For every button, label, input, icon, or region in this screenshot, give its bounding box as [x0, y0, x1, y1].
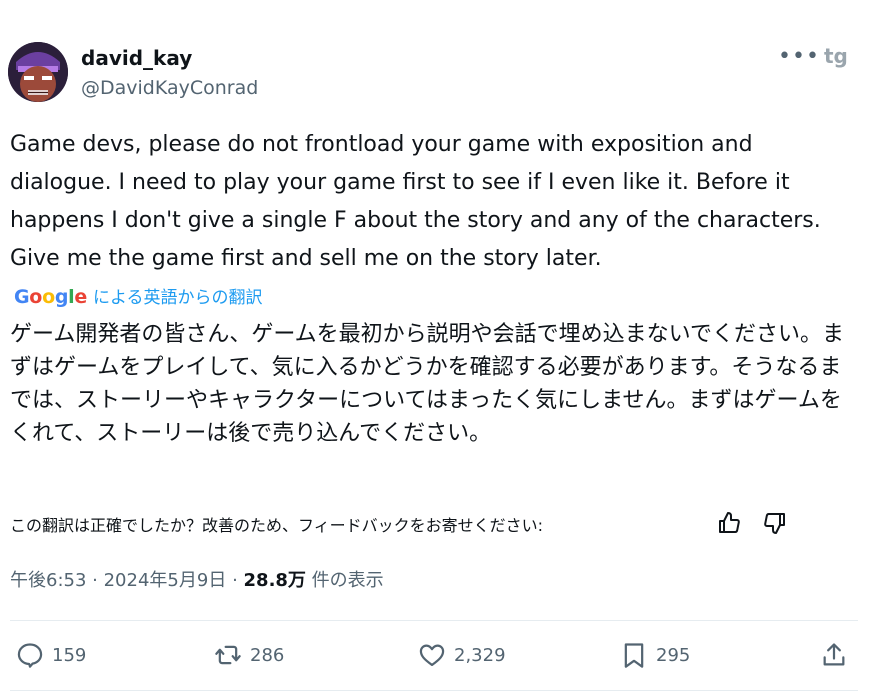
google-logo: Google	[14, 286, 87, 308]
divider	[10, 690, 858, 691]
tweet-time[interactable]: 午後6:53	[10, 570, 86, 591]
more-horizontal-icon[interactable]: •••	[778, 44, 820, 69]
bookmark-icon	[624, 643, 644, 668]
meta-separator: ·	[232, 570, 244, 591]
share-button[interactable]	[820, 640, 856, 670]
views-label: 件の表示	[311, 570, 384, 591]
bookmark-count: 295	[656, 644, 691, 666]
translation-attribution: Google による英語からの翻訳	[14, 283, 262, 308]
bookmark-button[interactable]: 295	[620, 640, 690, 670]
translation-feedback-prompt: この翻訳は正確でしたか？改善のため、フィードバックをお寄せください:	[10, 516, 544, 535]
thumbs-up-icon[interactable]	[717, 511, 741, 535]
repost-count: 286	[250, 644, 285, 666]
meta-separator: ·	[92, 570, 104, 591]
reply-icon	[17, 643, 43, 668]
heart-icon	[419, 644, 445, 667]
tweet-date[interactable]: 2024年5月9日	[104, 570, 227, 591]
reply-button[interactable]: 159	[16, 640, 86, 670]
avatar-image	[8, 42, 68, 102]
divider	[10, 620, 858, 621]
author-name[interactable]: david_kay	[81, 46, 192, 70]
author-handle[interactable]: @DavidKayConrad	[81, 77, 258, 99]
repost-button[interactable]: 286	[214, 640, 284, 670]
reply-count: 159	[52, 644, 87, 666]
repost-icon	[215, 645, 241, 665]
like-button[interactable]: 2,329	[418, 640, 506, 670]
tweet-text: Game devs, please do not frontload your …	[10, 132, 821, 271]
share-icon	[823, 643, 845, 666]
thumbs-down-icon[interactable]	[763, 511, 787, 535]
translation-link[interactable]: による英語からの翻訳	[93, 288, 263, 308]
tweet-meta: 午後6:53 · 2024年5月9日 · 28.8万 件の表示	[10, 566, 384, 592]
like-count: 2,329	[454, 644, 506, 666]
tg-logo-icon: tg	[824, 44, 848, 68]
avatar[interactable]	[8, 42, 68, 102]
translated-text: ゲーム開発者の皆さん、ゲームを最初から説明や会話で埋め込まないでください。まずは…	[10, 322, 845, 446]
views-count: 28.8万	[243, 570, 306, 591]
svg-text:tg: tg	[824, 44, 848, 68]
